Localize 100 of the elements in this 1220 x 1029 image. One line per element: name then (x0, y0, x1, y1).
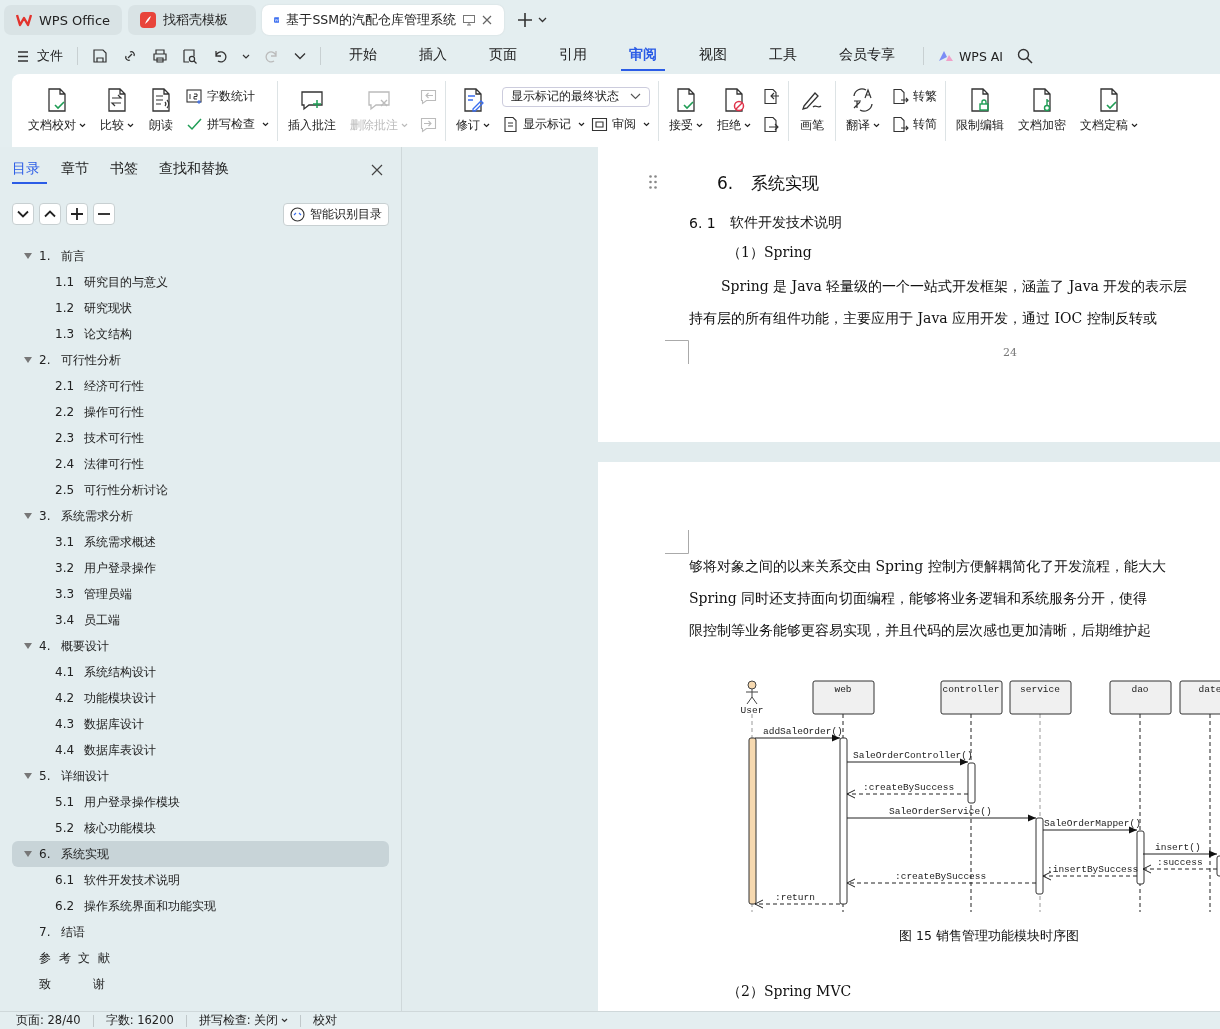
ribbon-tab[interactable]: 审阅 (621, 41, 665, 71)
ai-button[interactable]: WPS AI (938, 48, 1004, 64)
ribbon-button[interactable]: 审阅 (591, 114, 650, 135)
chevron-down-icon[interactable] (294, 52, 306, 60)
ribbon-button[interactable]: 拒绝 (711, 85, 757, 136)
ribbon-button[interactable]: 插入批注 (282, 85, 342, 136)
participant-label: User (740, 705, 764, 716)
ribbon-button[interactable]: 转繁 (892, 86, 937, 107)
print-icon[interactable] (152, 48, 168, 64)
ribbon-tab[interactable]: 会员专享 (831, 41, 903, 71)
search-icon[interactable] (1017, 48, 1034, 64)
close-icon[interactable] (371, 164, 383, 176)
link-icon[interactable] (122, 48, 138, 64)
file-menu-button[interactable]: 文件 (18, 47, 63, 65)
close-icon[interactable] (482, 15, 493, 25)
toc-item[interactable]: 7. 结语 (12, 919, 389, 945)
toc-item[interactable]: 2.1 经济可行性 (12, 373, 389, 399)
toc-item[interactable]: 6.1 软件开发技术说明 (12, 867, 389, 893)
ribbon-button[interactable]: 比较 (94, 85, 140, 136)
ribbon-button[interactable]: 朗读 (142, 85, 180, 136)
ribbon-tab[interactable]: 插入 (411, 41, 455, 71)
status-item[interactable]: 校对 (313, 1013, 338, 1028)
ribbon-button[interactable]: 画笔 (793, 85, 831, 136)
toc-item[interactable]: 2.3 技术可行性 (12, 425, 389, 451)
status-item[interactable]: 页面: 28/40 (16, 1013, 81, 1028)
chapter-heading: 6. 系统实现 (716, 172, 821, 195)
remove-button[interactable] (93, 203, 115, 225)
toc-item[interactable]: 2.4 法律可行性 (12, 451, 389, 477)
caret-icon[interactable] (538, 17, 548, 23)
document-tab[interactable]: WPS Office (4, 5, 123, 35)
toc-item[interactable]: 6. 系统实现 (12, 841, 389, 867)
ribbon-tab[interactable]: 页面 (481, 41, 525, 71)
status-item[interactable]: 字数: 16200 (105, 1013, 174, 1028)
ribbon-button[interactable]: 转简 (892, 114, 937, 135)
add-button[interactable] (66, 203, 88, 225)
logo-icon (16, 13, 32, 27)
expand-button[interactable] (39, 203, 61, 225)
toc-item[interactable]: 3.2 用户登录操作 (12, 555, 389, 581)
save-icon[interactable] (92, 48, 108, 64)
document-tab[interactable]: 找稻壳模板 (128, 5, 257, 35)
toc-item[interactable]: 4.3 数据库设计 (12, 711, 389, 737)
ribbon-button[interactable]: 修订 (450, 85, 496, 136)
ribbon-button[interactable] (763, 114, 780, 135)
drag-handle-icon[interactable] (649, 175, 657, 189)
toc-item[interactable]: 3. 系统需求分析 (12, 503, 389, 529)
undo-icon[interactable] (212, 48, 228, 64)
toc-item[interactable]: 4. 概要设计 (12, 633, 389, 659)
expand-triangle-icon[interactable] (24, 851, 32, 857)
ribbon-button[interactable]: 翻译 (840, 85, 886, 136)
ribbon-button[interactable]: 文档校对 (22, 85, 92, 136)
smart-toc-button[interactable]: 智能识别目录 (283, 202, 389, 226)
toc-item[interactable]: 3.4 员工端 (12, 607, 389, 633)
toc-item[interactable]: 5.1 用户登录操作模块 (12, 789, 389, 815)
pane-tab[interactable]: 书签 (110, 156, 145, 184)
ribbon-button[interactable]: 显示标记 (502, 114, 585, 135)
ribbon-button[interactable]: 字数统计 (186, 86, 269, 107)
participant-box (1179, 680, 1220, 715)
status-item[interactable]: 拼写检查: 关闭 (198, 1013, 289, 1028)
expand-triangle-icon[interactable] (24, 357, 32, 363)
ribbon-tab[interactable]: 工具 (761, 41, 805, 71)
toc-item[interactable]: 2.2 操作可行性 (12, 399, 389, 425)
expand-triangle-icon[interactable] (24, 643, 32, 649)
expand-triangle-icon[interactable] (24, 773, 32, 779)
toc-item[interactable]: 4.2 功能模块设计 (12, 685, 389, 711)
toc-item[interactable]: 1.3 论文结构 (12, 321, 389, 347)
toc-item[interactable]: 6.2 操作系统界面和功能实现 (12, 893, 389, 919)
toc-item[interactable]: 2. 可行性分析 (12, 347, 389, 373)
toc-item[interactable]: 参 考 文 献 (12, 945, 389, 971)
ribbon-button[interactable] (763, 86, 780, 107)
ribbon-tab[interactable]: 引用 (551, 41, 595, 71)
ribbon-button[interactable]: 限制编辑 (950, 85, 1010, 136)
collapse-button[interactable] (12, 203, 34, 225)
ribbon-button[interactable]: 拼写检查 (186, 114, 269, 135)
ribbon-button[interactable]: 文档定稿 (1074, 85, 1144, 136)
toc-item[interactable]: 致 谢 (12, 971, 389, 997)
ribbon-tab[interactable]: 开始 (341, 41, 385, 71)
toc-item[interactable]: 5. 详细设计 (12, 763, 389, 789)
monitor-icon[interactable] (463, 14, 476, 26)
plus-icon[interactable] (518, 13, 533, 27)
markup-mode-dropdown[interactable]: 显示标记的最终状态 (502, 86, 650, 107)
print-preview-icon[interactable] (182, 48, 198, 64)
ribbon-tab[interactable]: 视图 (691, 41, 735, 71)
expand-triangle-icon[interactable] (24, 253, 32, 259)
toc-item[interactable]: 1.2 研究现状 (12, 295, 389, 321)
toc-item[interactable]: 3.3 管理员端 (12, 581, 389, 607)
toc-item[interactable]: 1.1 研究目的与意义 (12, 269, 389, 295)
pane-tab[interactable]: 章节 (61, 156, 96, 184)
caret-icon[interactable] (242, 53, 250, 59)
ribbon-button[interactable]: 接受 (663, 85, 709, 136)
document-tab[interactable]: 基于SSM的汽配仓库管理系统 (262, 5, 505, 35)
toc-item[interactable]: 3.1 系统需求概述 (12, 529, 389, 555)
ribbon-button[interactable]: 文档加密 (1012, 85, 1072, 136)
pane-tab[interactable]: 目录 (12, 156, 47, 184)
pane-tab[interactable]: 查找和替换 (159, 156, 236, 184)
toc-item[interactable]: 2.5 可行性分析讨论 (12, 477, 389, 503)
toc-item[interactable]: 4.4 数据库表设计 (12, 737, 389, 763)
toc-item[interactable]: 5.2 核心功能模块 (12, 815, 389, 841)
toc-item[interactable]: 1. 前言 (12, 243, 389, 269)
expand-triangle-icon[interactable] (24, 513, 32, 519)
toc-item[interactable]: 4.1 系统结构设计 (12, 659, 389, 685)
